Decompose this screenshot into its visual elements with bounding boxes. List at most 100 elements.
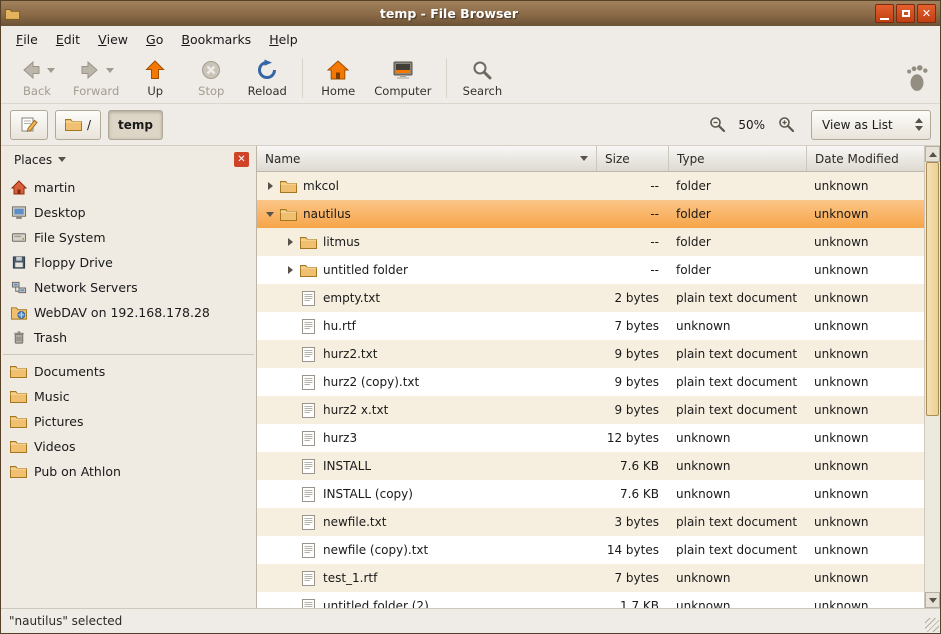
file-row-hurz2-copy-txt[interactable]: hurz2 (copy).txt9 bytesplain text docume… <box>257 368 924 396</box>
sidebar-close-button[interactable]: ✕ <box>234 152 249 167</box>
dropdown-arrow-icon[interactable] <box>106 68 114 73</box>
menu-edit[interactable]: Edit <box>47 26 89 52</box>
reload-button[interactable]: Reload <box>239 54 295 102</box>
up-button[interactable]: Up <box>127 54 183 102</box>
toolbar-button-label: Forward <box>73 84 119 98</box>
sidebar-item-network-servers[interactable]: Network Servers <box>1 275 256 300</box>
sidebar-item-documents[interactable]: Documents <box>1 359 256 384</box>
sidebar-item-pictures[interactable]: Pictures <box>1 409 256 434</box>
computer-button[interactable]: Computer <box>366 54 439 102</box>
toggle-location-entry-button[interactable] <box>10 110 48 140</box>
file-row-nautilus[interactable]: nautilus--folderunknown <box>257 200 924 228</box>
file-row-untitled-folder[interactable]: untitled folder--folderunknown <box>257 256 924 284</box>
file-type: plain text document <box>669 403 807 417</box>
toolbar-buttons: Back Forward UpStopReload Home Computer Searc… <box>9 52 510 103</box>
file-row-hurz3[interactable]: hurz312 bytesunknownunknown <box>257 424 924 452</box>
sidebar-item-floppy-drive[interactable]: Floppy Drive <box>1 250 256 275</box>
dropdown-arrow-icon[interactable] <box>47 68 55 73</box>
places-separator <box>3 354 254 355</box>
file-date-modified: unknown <box>807 515 924 529</box>
maximize-icon <box>902 10 910 17</box>
menu-file[interactable]: File <box>7 26 47 52</box>
file-row-hurz2-x-txt[interactable]: hurz2 x.txt9 bytesplain text documentunk… <box>257 396 924 424</box>
sidebar-item-label: Pub on Athlon <box>34 464 121 479</box>
toolbar-separator <box>446 58 447 98</box>
column-header-name[interactable]: Name <box>257 146 597 171</box>
menubar: FileEditViewGoBookmarksHelp <box>1 26 940 52</box>
back-button[interactable]: Back <box>9 54 65 102</box>
view-mode-label: View as List <box>822 118 893 132</box>
file-row-hurz2-txt[interactable]: hurz2.txt9 bytesplain text documentunkno… <box>257 340 924 368</box>
zoom-out-button[interactable] <box>707 115 727 135</box>
search-button[interactable]: Search <box>454 54 510 102</box>
file-row-test-1-rtf[interactable]: test_1.rtf7 bytesunknownunknown <box>257 564 924 592</box>
location-bar: / temp 50% View as List <box>1 104 940 146</box>
places-selector[interactable]: Places <box>8 151 72 169</box>
file-row-newfile-copy-txt[interactable]: newfile (copy).txt14 bytesplain text doc… <box>257 536 924 564</box>
toolbar-button-label: Search <box>463 84 503 98</box>
forward-button[interactable]: Forward <box>65 54 127 102</box>
menu-help[interactable]: Help <box>260 26 307 52</box>
sidebar-item-pub-on-athlon[interactable]: Pub on Athlon <box>1 459 256 484</box>
edit-location-icon <box>20 116 38 134</box>
file-date-modified: unknown <box>807 599 924 608</box>
file-name: mkcol <box>303 179 339 193</box>
sidebar-item-desktop[interactable]: Desktop <box>1 200 256 225</box>
file-date-modified: unknown <box>807 543 924 557</box>
file-row-install[interactable]: INSTALL7.6 KBunknownunknown <box>257 452 924 480</box>
sidebar-item-music[interactable]: Music <box>1 384 256 409</box>
menu-view[interactable]: View <box>89 26 137 52</box>
maximize-button[interactable] <box>896 4 915 23</box>
minimize-button[interactable] <box>875 4 894 23</box>
expander-collapsed-icon[interactable] <box>282 266 298 274</box>
sidebar-item-webdav-on-192-168-178-28[interactable]: WebDAV on 192.168.178.28 <box>1 300 256 325</box>
text-file-icon <box>298 403 319 418</box>
text-file-icon <box>298 571 319 586</box>
file-row-untitled-folder-2-[interactable]: untitled folder (2)1.7 KBunknownunknown <box>257 592 924 608</box>
scrollbar-thumb[interactable] <box>926 162 939 416</box>
zoom-in-button[interactable] <box>776 115 796 135</box>
view-mode-selector[interactable]: View as List <box>811 110 931 140</box>
toolbar-button-label: Back <box>23 84 51 98</box>
expander-collapsed-icon[interactable] <box>262 182 278 190</box>
column-header-type[interactable]: Type <box>669 146 807 171</box>
expander-collapsed-icon[interactable] <box>282 238 298 246</box>
cell-name: hurz3 <box>257 431 597 446</box>
file-type: plain text document <box>669 291 807 305</box>
sidebar-item-file-system[interactable]: File System <box>1 225 256 250</box>
file-date-modified: unknown <box>807 459 924 473</box>
folder-icon <box>278 180 299 193</box>
text-file-icon <box>298 487 319 502</box>
path-button-root[interactable]: / <box>55 110 101 140</box>
close-button[interactable]: ✕ <box>917 4 936 23</box>
menu-bookmarks[interactable]: Bookmarks <box>172 26 260 52</box>
home-button[interactable]: Home <box>310 54 366 102</box>
file-row-mkcol[interactable]: mkcol--folderunknown <box>257 172 924 200</box>
stop-button[interactable]: Stop <box>183 54 239 102</box>
file-row-hu-rtf[interactable]: hu.rtf7 bytesunknownunknown <box>257 312 924 340</box>
expander-expanded-icon[interactable] <box>262 212 278 217</box>
trash-icon <box>10 330 27 345</box>
file-row-empty-txt[interactable]: empty.txt2 bytesplain text documentunkno… <box>257 284 924 312</box>
caret-down-icon <box>58 157 66 162</box>
file-row-install-copy-[interactable]: INSTALL (copy)7.6 KBunknownunknown <box>257 480 924 508</box>
scroll-down-button[interactable] <box>925 592 940 608</box>
cell-name: newfile (copy).txt <box>257 543 597 558</box>
file-name: nautilus <box>303 207 351 221</box>
path-button-current[interactable]: temp <box>108 110 163 140</box>
toolbar-button-label: Home <box>321 84 355 98</box>
titlebar[interactable]: temp - File Browser ✕ <box>1 1 940 26</box>
file-size: 9 bytes <box>597 403 669 417</box>
menu-go[interactable]: Go <box>137 26 172 52</box>
file-row-litmus[interactable]: litmus--folderunknown <box>257 228 924 256</box>
resize-grip[interactable] <box>925 618 939 632</box>
column-header-date-modified[interactable]: Date Modified <box>807 146 924 171</box>
scroll-up-button[interactable] <box>925 146 940 162</box>
column-header-size[interactable]: Size <box>597 146 669 171</box>
sidebar-item-videos[interactable]: Videos <box>1 434 256 459</box>
sidebar-item-trash[interactable]: Trash <box>1 325 256 350</box>
file-row-newfile-txt[interactable]: newfile.txt3 bytesplain text documentunk… <box>257 508 924 536</box>
sidebar-item-martin[interactable]: martin <box>1 175 256 200</box>
vertical-scrollbar[interactable] <box>924 146 940 608</box>
user-home-icon <box>10 180 27 195</box>
